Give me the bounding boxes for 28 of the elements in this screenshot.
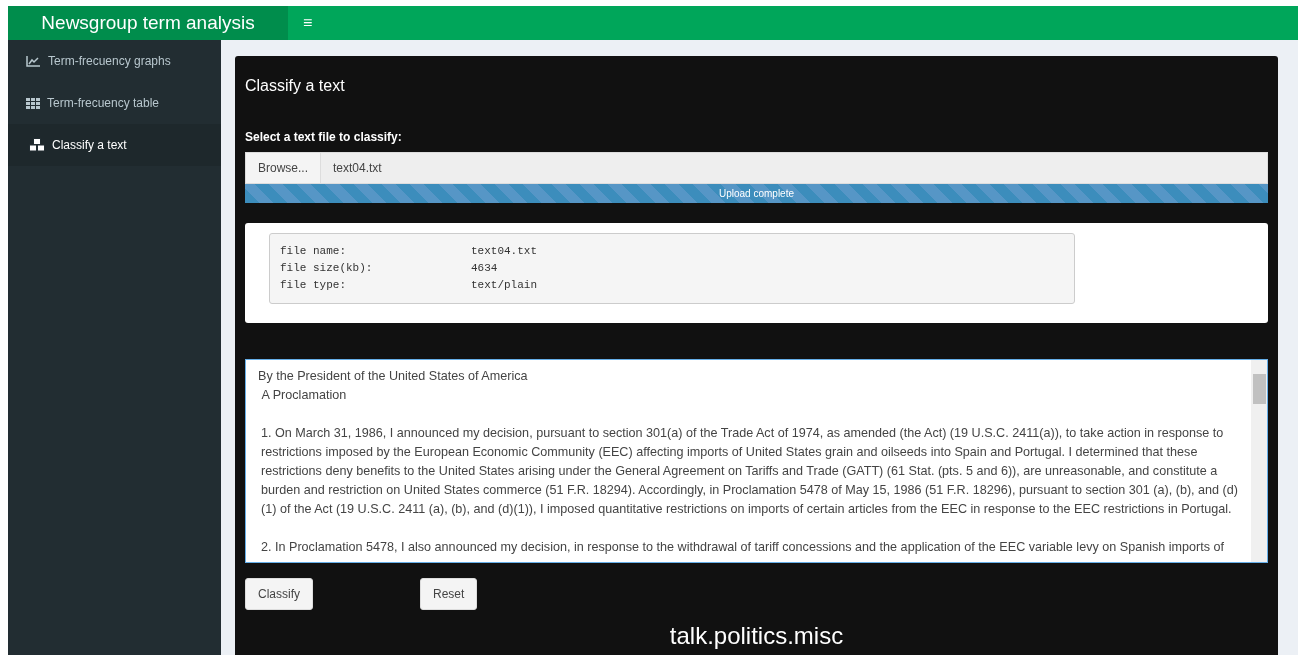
field-label: Select a text file to classify: (245, 129, 403, 146)
sidebar-item[interactable]: Term-frecuency graphs (8, 40, 221, 82)
file-name: text04.txt (332, 160, 383, 177)
progress-text: Upload complete (718, 187, 794, 201)
text-paragraph: By the President of the United States of America A Proclamation (258, 368, 529, 404)
info-key: file size(kb): (280, 260, 471, 277)
text-paragraph: 1. On March 31, 1986, I announced my decision, pursuant to section 301(a) of the Trade Act of 1974, as amended (the Act) (19 U.S.C. 2411(a)), to take action in response to restrictions imposed by the European Economic Community (EEC) affecting imports of United States grain and oilseeds into Spain and Portugal. I determined that these restrictions deny benefits to the United States arising under the General Agreement on Tariffs and Trade (GATT) (61 Stat. (pts. 5 and 6)), are unreasonable, and constitute a burden and restriction on United States commerce (51 F.R. 18294). Accordingly, in Proclamation 5478 of May 15, 1986 (51 F.R. 18296), pursuant to section 301 (a), (b), and (d) (1) of the Act (19 U.S.C. 2411 (a), (b), and (d)(1)), I imposed quantitative restrictions on imports of certain articles from the EEC in response to the EEC restrictions in Portugal. (260, 425, 1239, 518)
sidebar-item[interactable]: Classify a text (8, 124, 221, 166)
file-input[interactable]: Browse... text04.txt (245, 152, 1268, 184)
info-key: file type: (280, 277, 471, 294)
action-button[interactable]: Reset (420, 578, 478, 610)
action-button[interactable]: Classify (245, 578, 313, 610)
panel-title: Classify a text (245, 76, 346, 96)
line-chart-icon (26, 55, 41, 67)
info-value: 4634 (471, 261, 498, 276)
cubes-icon (29, 138, 45, 152)
info-key: file name: (280, 243, 471, 260)
text-paragraph: 2. In Proclamation 5478, I also announced my decision, in response to the withdrawal of tariff concessions and the application of the EEC variable levy on Spanish imports of (260, 539, 1226, 556)
browse-button[interactable]: Browse... (246, 153, 321, 183)
text-area[interactable] (245, 359, 1268, 563)
scrollbar[interactable] (1251, 360, 1267, 562)
result-text: talk.politics.misc (668, 622, 845, 650)
sidebar-item[interactable]: Term-frecuency table (8, 82, 221, 124)
scrollbar-thumb[interactable] (1252, 374, 1266, 404)
grid-icon (26, 97, 40, 109)
info-value: text04.txt (471, 244, 537, 259)
info-value: text/plain (471, 278, 537, 293)
app-title: Newsgroup term analysis (8, 6, 288, 40)
